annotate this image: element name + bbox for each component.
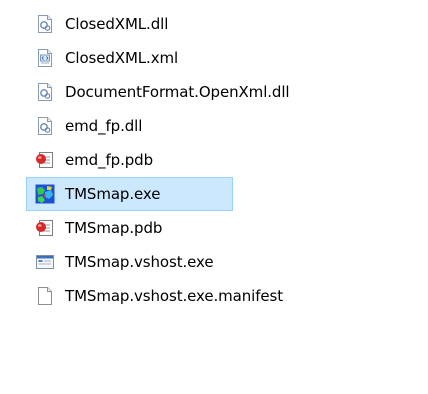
file-item-tmsmap-pdb[interactable]: TMSmap.pdb [26, 211, 428, 245]
map-app-icon [35, 184, 55, 204]
file-name: TMSmap.vshost.exe [65, 253, 214, 271]
dll-file-icon [38, 83, 52, 101]
file-name: ClosedXML.dll [65, 15, 169, 33]
xml-file-icon [38, 49, 52, 67]
file-item-emd-fp-dll[interactable]: emd_fp.dll [26, 109, 428, 143]
blank-file-icon [38, 287, 52, 305]
file-item-closedxml-xml[interactable]: ClosedXML.xml [26, 41, 428, 75]
file-item-closedxml-dll[interactable]: ClosedXML.dll [26, 7, 428, 41]
file-item-tmsmap-vshost-exe[interactable]: TMSmap.vshost.exe [26, 245, 428, 279]
file-name: TMSmap.vshost.exe.manifest [65, 287, 284, 305]
pdb-file-icon [36, 152, 53, 168]
file-name: emd_fp.dll [65, 117, 143, 135]
dll-file-icon [38, 117, 52, 135]
file-item-tmsmap-vshost-exe-manifest[interactable]: TMSmap.vshost.exe.manifest [26, 279, 428, 313]
file-name: TMSmap.exe [65, 185, 161, 203]
file-name: ClosedXML.xml [65, 49, 179, 67]
file-item-emd-fp-pdb[interactable]: emd_fp.pdb [26, 143, 428, 177]
file-name: TMSmap.pdb [65, 219, 163, 237]
pdb-file-icon [36, 220, 53, 236]
dll-file-icon [38, 15, 52, 33]
file-name: emd_fp.pdb [65, 151, 153, 169]
window-app-icon [36, 255, 54, 269]
file-item-tmsmap-exe[interactable]: TMSmap.exe [26, 177, 233, 211]
file-item-documentformat-openxml-dll[interactable]: DocumentFormat.OpenXml.dll [26, 75, 428, 109]
file-list: ClosedXML.dll ClosedXML.xml DocumentForm… [26, 7, 428, 313]
file-name: DocumentFormat.OpenXml.dll [65, 83, 290, 101]
